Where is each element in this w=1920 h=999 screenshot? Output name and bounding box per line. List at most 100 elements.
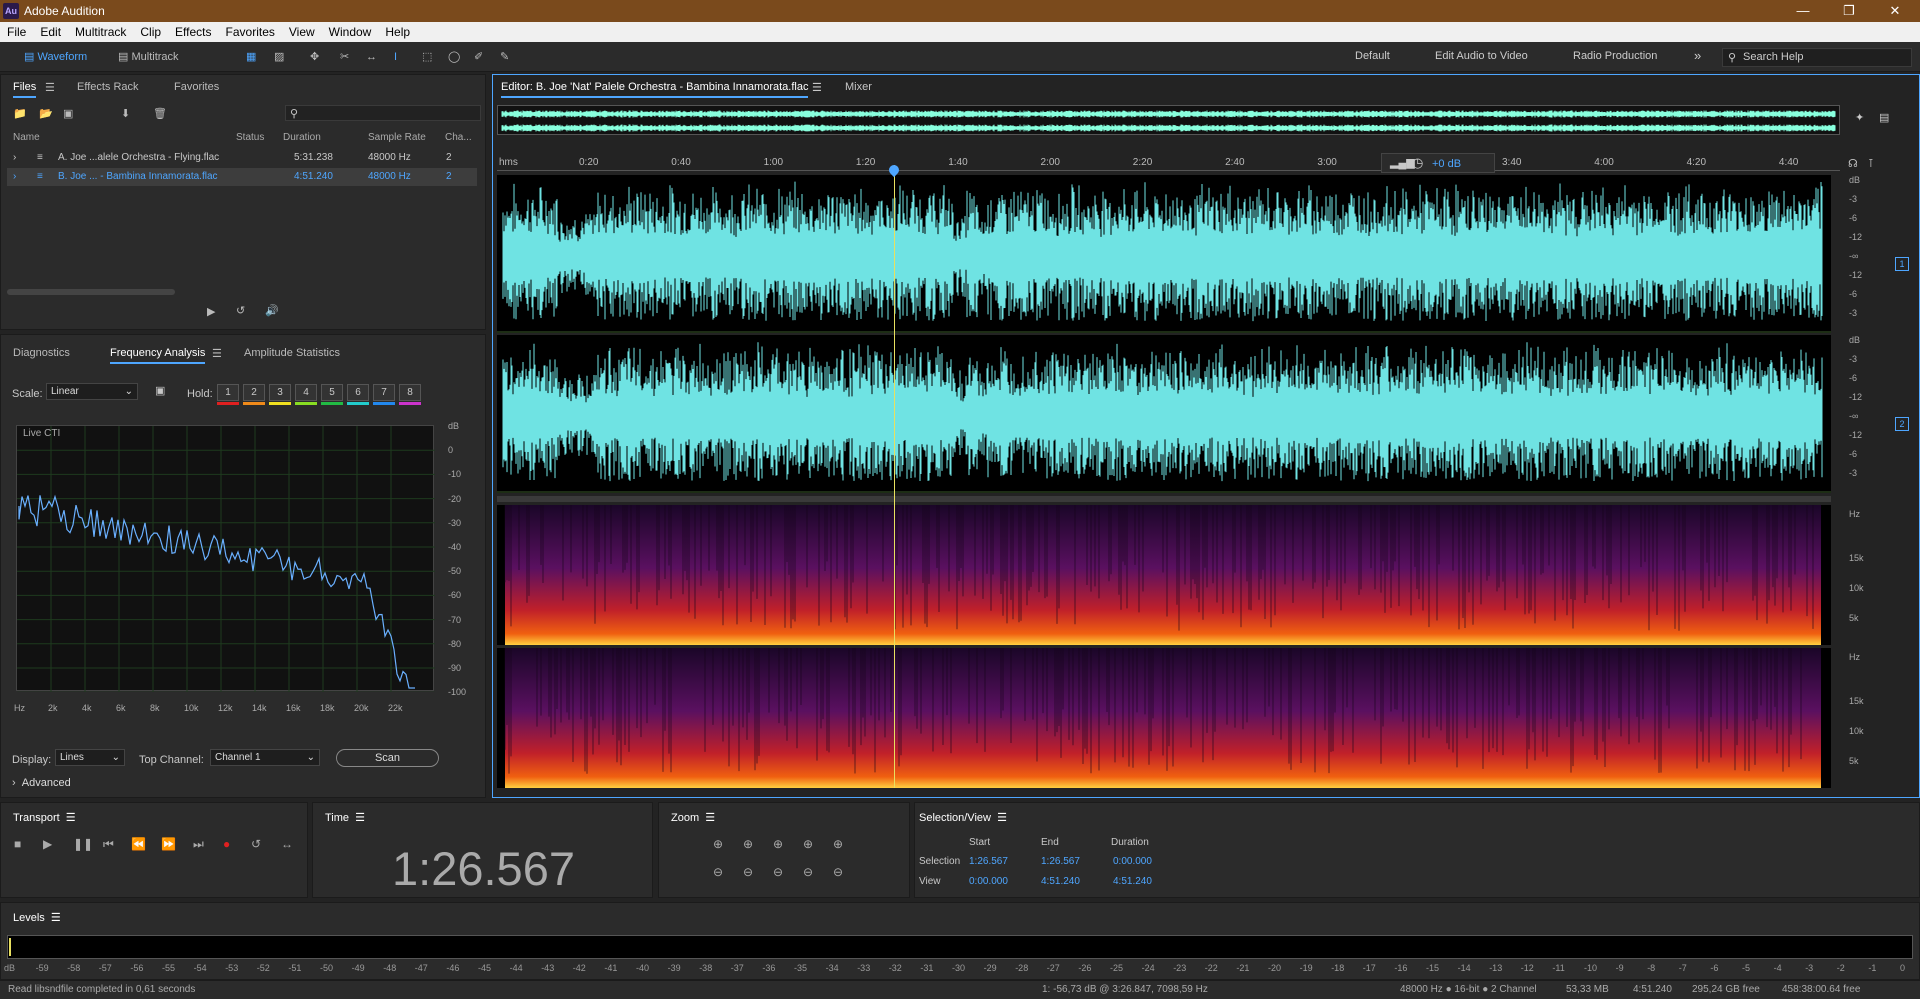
menu-favorites[interactable]: Favorites [219, 22, 282, 39]
tab-amplitude-statistics[interactable]: Amplitude Statistics [244, 347, 340, 359]
panel-menu-icon[interactable]: ☰ [355, 812, 365, 824]
import-file-icon[interactable]: 📂 [39, 107, 53, 120]
panel-menu-icon[interactable]: ☰ [812, 81, 822, 94]
panel-menu-icon[interactable]: ☰ [705, 812, 715, 824]
autoplay-icon[interactable]: 🔊 [265, 304, 279, 317]
zoom-out-amplitude-icon[interactable]: ⊖ [713, 865, 723, 879]
zoom-scroll-icon[interactable]: ✦ [1855, 111, 1864, 124]
expand-icon[interactable]: › [13, 152, 16, 163]
move-tool-icon[interactable]: ✥ [304, 47, 325, 67]
hold-button-7[interactable]: 7 [373, 384, 395, 401]
play-icon[interactable]: ▶ [207, 305, 215, 318]
scan-button[interactable]: Scan [336, 749, 439, 767]
menu-file[interactable]: File [0, 22, 33, 39]
waveform-channel-2[interactable] [497, 335, 1831, 493]
panel-menu-icon[interactable]: ☰ [45, 81, 55, 94]
search-help-input[interactable]: ⚲ Search Help [1722, 48, 1912, 67]
hold-button-1[interactable]: 1 [217, 384, 239, 401]
selection-end[interactable]: 1:26.567 [1041, 856, 1080, 867]
channel-2-toggle[interactable]: 2 [1895, 417, 1909, 431]
next-icon[interactable]: ⏭ [193, 837, 204, 852]
time-display[interactable]: 1:26.567 [313, 841, 654, 896]
skip-selection-icon[interactable]: ↔ [281, 837, 293, 851]
restore-icon[interactable]: ❐ [1826, 0, 1872, 22]
menu-clip[interactable]: Clip [133, 22, 168, 39]
workspace-radio-production[interactable]: Radio Production [1573, 50, 1657, 62]
tab-mixer[interactable]: Mixer [845, 81, 872, 93]
hold-button-4[interactable]: 4 [295, 384, 317, 401]
headphones-icon[interactable]: ☊ [1848, 157, 1858, 170]
close-icon[interactable]: ✕ [1872, 0, 1918, 22]
brush-tool-icon[interactable]: ✐ [468, 47, 489, 67]
razor-tool-icon[interactable]: ✂ [334, 47, 355, 67]
col-sample-rate[interactable]: Sample Rate [368, 132, 426, 143]
panel-menu-icon[interactable]: ☰ [212, 347, 222, 360]
workspace-edit-audio-to-video[interactable]: Edit Audio to Video [1435, 50, 1528, 62]
insert-file-icon[interactable]: ⬇ [121, 107, 130, 120]
col-channels[interactable]: Cha... [445, 132, 472, 143]
hold-button-8[interactable]: 8 [399, 384, 421, 401]
col-status[interactable]: Status [236, 132, 264, 143]
zoom-out-all-icon[interactable]: ⊖ [803, 865, 813, 879]
spot-healing-tool-icon[interactable]: ✎ [494, 47, 515, 67]
open-file-icon[interactable]: 📁 [13, 107, 27, 120]
more-workspaces-icon[interactable]: » [1694, 48, 1701, 63]
pitch-display-icon[interactable]: ▨ [268, 47, 290, 67]
spectral-display-icon[interactable]: ▦ [240, 47, 262, 67]
zoom-in-amplitude-icon[interactable]: ⊕ [713, 837, 723, 851]
pause-icon[interactable]: ❚❚ [73, 837, 93, 851]
zoom-to-selection-icon[interactable]: ⊕ [803, 837, 813, 851]
hold-button-3[interactable]: 3 [269, 384, 291, 401]
panel-options-icon[interactable]: ▤ [1879, 111, 1889, 124]
lasso-tool-icon[interactable]: ◯ [442, 47, 466, 67]
minimize-icon[interactable]: — [1780, 0, 1826, 22]
volume-knob-icon[interactable]: ◷ [1412, 155, 1423, 171]
col-name[interactable]: Name [13, 132, 40, 143]
expand-icon[interactable]: › [13, 171, 16, 182]
timeline-ruler[interactable]: hms 0:20 0:40 1:00 1:20 1:40 2:00 2:20 2:40 3:00… [497, 155, 1840, 171]
menu-view[interactable]: View [282, 22, 322, 39]
new-file-icon[interactable]: ▣ [63, 107, 73, 120]
panel-menu-icon[interactable]: ☰ [51, 912, 61, 924]
panel-menu-icon[interactable]: ☰ [66, 812, 76, 824]
pin-icon[interactable]: ⊺ [1868, 157, 1874, 170]
horizontal-scrollbar[interactable] [7, 289, 175, 295]
selection-duration[interactable]: 0:00.000 [1113, 856, 1152, 867]
tab-frequency-analysis[interactable]: Frequency Analysis [110, 347, 206, 364]
tab-files[interactable]: Files [13, 81, 37, 98]
view-start[interactable]: 0:00.000 [969, 876, 1008, 887]
previous-icon[interactable]: ⏮ [103, 837, 114, 852]
channel-1-toggle[interactable]: 1 [1895, 257, 1909, 271]
selection-start[interactable]: 1:26.567 [969, 856, 1008, 867]
hud-gain[interactable]: ▂▄▆ ◷ +0 dB [1381, 153, 1495, 173]
menu-window[interactable]: Window [322, 22, 379, 39]
file-row[interactable]: › ≡ A. Joe ...alele Orchestra - Flying.f… [7, 149, 477, 167]
level-meter[interactable] [7, 935, 1913, 959]
workspace-default[interactable]: Default [1355, 50, 1390, 62]
hold-button-6[interactable]: 6 [347, 384, 369, 401]
panel-menu-icon[interactable]: ☰ [997, 812, 1007, 824]
tab-favorites[interactable]: Favorites [174, 81, 219, 93]
marquee-tool-icon[interactable]: ⬚ [416, 47, 438, 67]
view-divider[interactable] [497, 496, 1831, 502]
spectral-channel-1[interactable] [497, 505, 1831, 645]
overview-navigator[interactable] [497, 105, 1840, 135]
delete-file-icon[interactable]: 🗑 [153, 107, 167, 120]
tab-diagnostics[interactable]: Diagnostics [13, 347, 70, 359]
scale-dropdown[interactable]: Linear ⌄ [46, 383, 138, 400]
slip-tool-icon[interactable]: ↔ [360, 47, 383, 67]
top-channel-dropdown[interactable]: Channel 1 ⌄ [210, 749, 320, 766]
spectral-channel-2[interactable] [497, 648, 1831, 788]
hold-button-2[interactable]: 2 [243, 384, 265, 401]
menu-effects[interactable]: Effects [168, 22, 218, 39]
editor-tab[interactable]: Editor: B. Joe 'Nat' Palele Orchestra - … [501, 81, 809, 98]
play-icon[interactable]: ▶ [43, 837, 52, 851]
view-end[interactable]: 4:51.240 [1041, 876, 1080, 887]
frequency-graph[interactable]: Live CTI [16, 425, 435, 692]
waveform-view-button[interactable]: ▤ Waveform [18, 47, 93, 67]
zoom-in-out-icon[interactable]: ⊕ [773, 837, 783, 851]
hold-button-5[interactable]: 5 [321, 384, 343, 401]
zoom-out-time-icon[interactable]: ⊖ [743, 865, 753, 879]
zoom-reset-icon[interactable]: ⊕ [833, 837, 843, 851]
advanced-toggle[interactable]: › Advanced [12, 777, 71, 789]
